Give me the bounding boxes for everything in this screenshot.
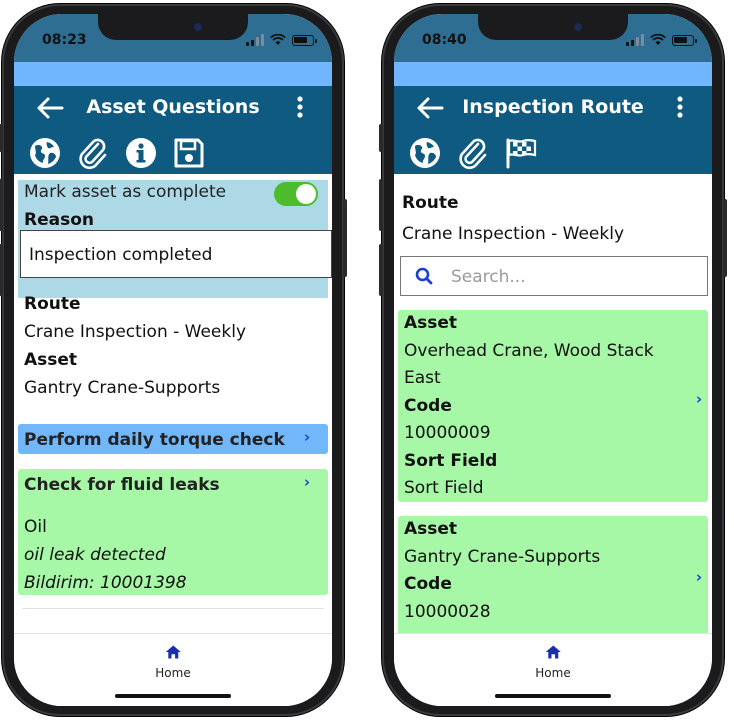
bottom-tab-bar: Home [14, 633, 332, 706]
list-divider [22, 608, 324, 609]
paperclip-icon[interactable] [76, 136, 110, 170]
mute-switch [0, 124, 3, 152]
app-screen-asset-questions: 08:23 Asset Questions Mark asset as comp… [14, 14, 332, 706]
more-options-icon[interactable] [296, 96, 304, 118]
volume-down-button [379, 244, 383, 296]
mute-switch [379, 124, 383, 152]
question-card-fluid-leaks[interactable]: Check for fluid leaks › Oil oil leak det… [18, 469, 328, 595]
battery-icon [292, 34, 317, 46]
tab-home-label: Home [535, 666, 571, 680]
home-icon [545, 645, 561, 659]
route-info: Route Crane Inspection - Weekly [402, 188, 624, 250]
phone-frame-left: 08:23 Asset Questions Mark asset as comp… [0, 4, 347, 716]
reason-label: Reason [24, 210, 94, 230]
more-options-icon[interactable] [676, 96, 684, 118]
volume-up-button [379, 179, 383, 231]
volume-up-button [0, 179, 3, 231]
power-button [343, 199, 347, 277]
question-title: Check for fluid leaks [24, 475, 220, 495]
app-toolbar: Asset Questions [14, 86, 332, 174]
route-value: Crane Inspection - Weekly [402, 224, 625, 244]
battery-icon [672, 34, 697, 46]
mark-complete-label: Mark asset as complete [24, 182, 227, 202]
status-bar: 08:40 [394, 14, 712, 62]
answer-note: oil leak detected [24, 545, 166, 565]
reason-field[interactable]: Inspection completed [20, 230, 332, 278]
asset-value: Gantry Crane-Supports [24, 378, 221, 398]
header-accent-band [394, 62, 712, 86]
search-input[interactable] [449, 263, 683, 291]
asset-value: Overhead Crane, Wood Stack East [404, 340, 654, 389]
header-accent-band [14, 62, 332, 86]
system-icons [246, 34, 317, 46]
tab-home[interactable]: Home [535, 644, 571, 680]
sort-field-label: Sort Field [404, 450, 498, 471]
route-asset-info: Route Crane Inspection - Weekly Asset Ga… [24, 290, 246, 402]
code-value: 10000028 [404, 601, 491, 622]
globe-icon[interactable] [28, 136, 62, 170]
tab-home-label: Home [155, 666, 191, 680]
page-title: Inspection Route [462, 96, 644, 118]
chevron-right-icon: › [303, 428, 310, 446]
phone-frame-right: 08:40 Inspection Route Route Crane Inspe… [379, 4, 727, 716]
wifi-icon [270, 34, 286, 45]
tab-home[interactable]: Home [155, 644, 191, 680]
app-toolbar: Inspection Route [394, 86, 712, 174]
question-card-torque[interactable]: Perform daily torque check › [18, 424, 328, 454]
route-label: Route [402, 193, 459, 213]
asset-card-overhead-crane[interactable]: Asset Overhead Crane, Wood Stack East Co… [398, 310, 708, 502]
cellular-signal-icon [246, 34, 264, 46]
mark-complete-toggle[interactable] [274, 182, 318, 206]
save-icon[interactable] [172, 136, 206, 170]
app-screen-inspection-route: 08:40 Inspection Route Route Crane Inspe… [394, 14, 712, 706]
notification-number: Bildirim: 10001398 [24, 573, 187, 593]
volume-down-button [0, 244, 3, 296]
camera-notch [98, 14, 248, 40]
question-title: Perform daily torque check [24, 430, 285, 450]
home-indicator [495, 694, 611, 698]
status-time: 08:23 [42, 32, 87, 48]
inspection-route-content: Route Crane Inspection - Weekly Asset Ov… [394, 174, 712, 634]
chevron-right-icon: › [695, 390, 702, 408]
asset-label: Asset [404, 313, 458, 333]
system-icons [626, 34, 697, 46]
route-value: Crane Inspection - Weekly [24, 322, 247, 342]
camera-notch [478, 14, 628, 40]
code-label: Code [404, 395, 452, 416]
code-value: 10000009 [404, 423, 491, 443]
sort-field-value: Sort Field [404, 478, 484, 498]
wifi-icon [650, 34, 666, 45]
asset-label: Asset [24, 350, 78, 370]
cellular-signal-icon [626, 34, 644, 46]
page-title: Asset Questions [86, 96, 260, 118]
paperclip-icon[interactable] [456, 136, 490, 170]
chevron-right-icon: › [695, 568, 702, 586]
home-indicator [115, 694, 231, 698]
info-icon[interactable] [124, 136, 158, 170]
power-button [723, 199, 727, 277]
asset-questions-content: Mark asset as complete Reason Inspection… [14, 174, 332, 634]
route-label: Route [24, 294, 81, 314]
chevron-right-icon: › [303, 473, 310, 491]
status-time: 08:40 [422, 32, 467, 48]
status-bar: 08:23 [14, 14, 332, 62]
asset-value: Gantry Crane-Supports [404, 546, 601, 567]
bottom-tab-bar: Home [394, 633, 712, 706]
search-bar[interactable] [400, 256, 708, 296]
search-icon [415, 267, 433, 285]
code-label: Code [404, 574, 452, 594]
globe-icon[interactable] [408, 136, 442, 170]
answer-value: Oil [24, 517, 47, 537]
asset-label: Asset [404, 519, 458, 539]
home-icon [165, 645, 181, 659]
flag-icon[interactable] [504, 136, 538, 170]
asset-card-gantry-crane[interactable]: Asset Gantry Crane-Supports Code 1000002… [398, 516, 708, 634]
